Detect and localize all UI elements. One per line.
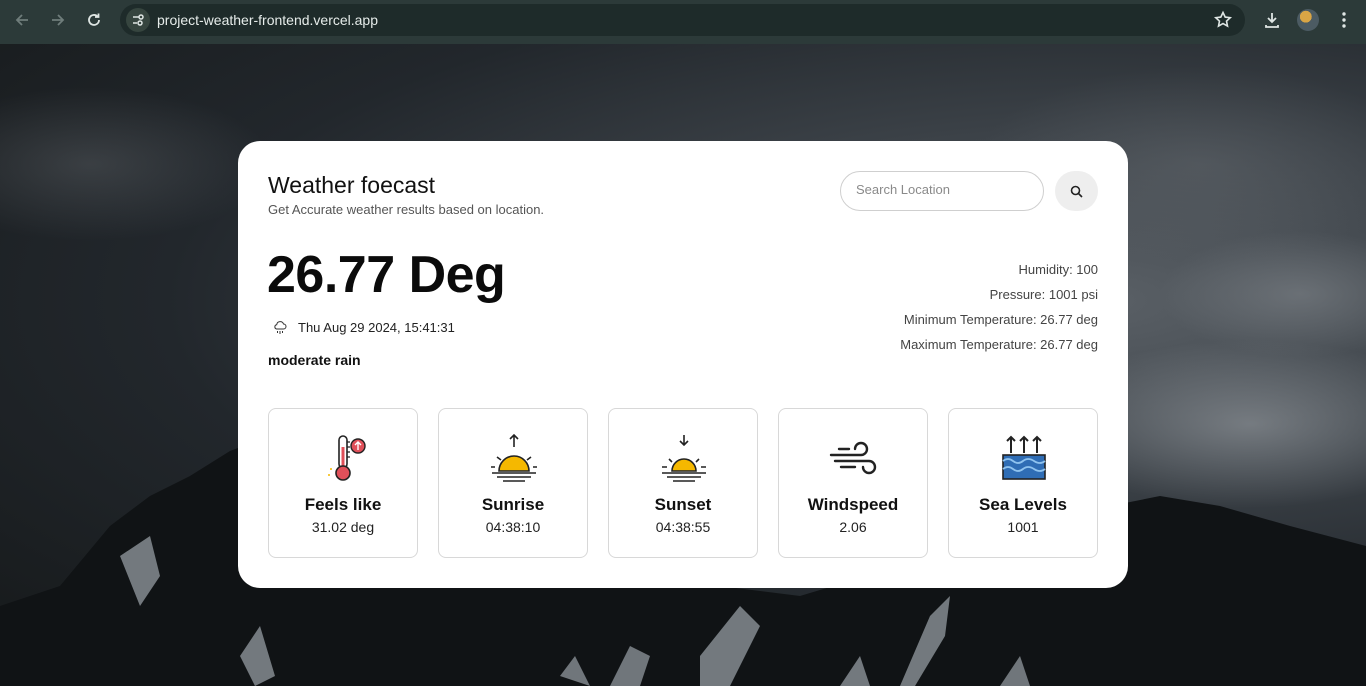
- weather-description: moderate rain: [268, 352, 361, 368]
- page-title: Weather foecast: [268, 172, 436, 198]
- profile-avatar[interactable]: [1294, 6, 1322, 34]
- sunrise-label: Sunrise: [481, 495, 545, 514]
- download-icon[interactable]: [1258, 6, 1286, 34]
- search-input[interactable]: [856, 182, 1026, 197]
- windspeed-value: 2.06: [839, 519, 867, 535]
- min-temperature-stat: Minimum Temperature: 26.77 deg: [903, 312, 1098, 327]
- humidity-stat: Humidity: 100: [1018, 262, 1098, 277]
- sunrise-tile: Sunrise 04:38:10: [438, 408, 588, 558]
- wind-icon: [829, 441, 877, 475]
- date-row: Thu Aug 29 2024, 15:41:31: [273, 320, 455, 335]
- feels-like-tile: Feels like 31.02 deg: [268, 408, 418, 558]
- windspeed-label: Windspeed: [807, 495, 899, 514]
- sunrise-icon: [491, 433, 537, 482]
- sunrise-value: 04:38:10: [485, 519, 541, 535]
- current-temperature: 26.77 Deg: [267, 246, 506, 304]
- back-icon[interactable]: [4, 2, 40, 38]
- max-temperature-stat: Maximum Temperature: 26.77 deg: [900, 337, 1098, 352]
- search-icon: [1070, 185, 1083, 198]
- feels-like-label: Feels like: [304, 495, 382, 514]
- url-text: project-weather-frontend.vercel.app: [157, 12, 379, 28]
- weather-stats: Humidity: 100 Pressure: 1001 psi Minimum…: [900, 262, 1098, 362]
- feels-like-value: 31.02 deg: [311, 519, 375, 535]
- sea-level-icon: [1002, 435, 1046, 480]
- sea-levels-label: Sea Levels: [979, 495, 1067, 514]
- sea-levels-value: 1001: [1007, 519, 1039, 535]
- site-info-icon[interactable]: [126, 8, 150, 32]
- pressure-stat: Pressure: 1001 psi: [989, 287, 1098, 302]
- bookmark-star-icon[interactable]: [1213, 10, 1233, 30]
- current-datetime: Thu Aug 29 2024, 15:41:31: [298, 320, 455, 335]
- sunset-tile: Sunset 04:38:55: [608, 408, 758, 558]
- sunset-value: 04:38:55: [655, 519, 711, 535]
- sunset-icon: [662, 435, 706, 482]
- weather-tiles: Feels like 31.02 deg Sunrise 04:38:10 Su…: [268, 408, 1098, 558]
- sunset-label: Sunset: [654, 495, 712, 514]
- reload-icon[interactable]: [76, 2, 112, 38]
- browser-toolbar: project-weather-frontend.vercel.app: [0, 0, 1366, 44]
- search-button[interactable]: [1055, 171, 1098, 211]
- search-field[interactable]: [840, 171, 1044, 211]
- thermometer-icon: [328, 435, 366, 481]
- sea-levels-tile: Sea Levels 1001: [948, 408, 1098, 558]
- forward-icon[interactable]: [40, 2, 76, 38]
- windspeed-tile: Windspeed 2.06: [778, 408, 928, 558]
- page-subtitle: Get Accurate weather results based on lo…: [268, 202, 545, 217]
- more-menu-icon[interactable]: [1330, 6, 1358, 34]
- weather-card: Weather foecast Get Accurate weather res…: [238, 141, 1128, 588]
- address-bar[interactable]: project-weather-frontend.vercel.app: [120, 4, 1245, 36]
- rain-cloud-icon: [274, 320, 287, 334]
